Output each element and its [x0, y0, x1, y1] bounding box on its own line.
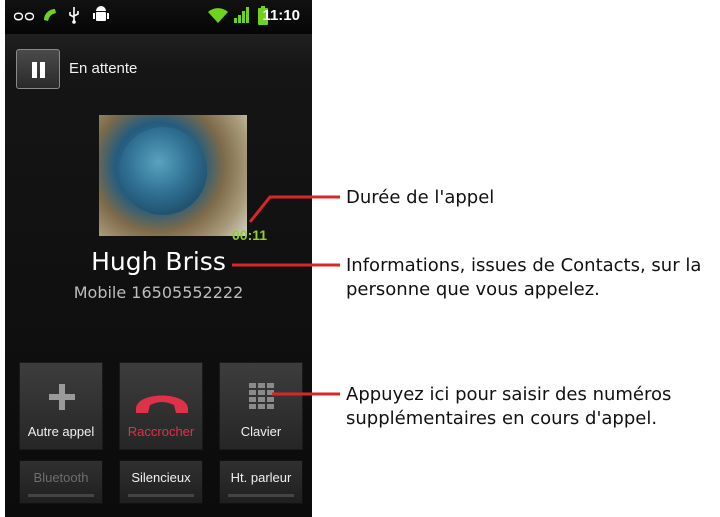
duration-callout-line	[248, 195, 340, 223]
info-annotation-line1: Informations, issues de Contacts, sur la	[346, 255, 702, 276]
duration-annotation: Durée de l'appel	[346, 187, 495, 208]
keypad-annotation-line2: supplémentaires en cours d'appel.	[346, 408, 658, 429]
info-annotation-line2: personne que vous appelez.	[346, 279, 600, 300]
keypad-annotation-line1: Appuyez ici pour saisir des numéros	[346, 384, 672, 405]
